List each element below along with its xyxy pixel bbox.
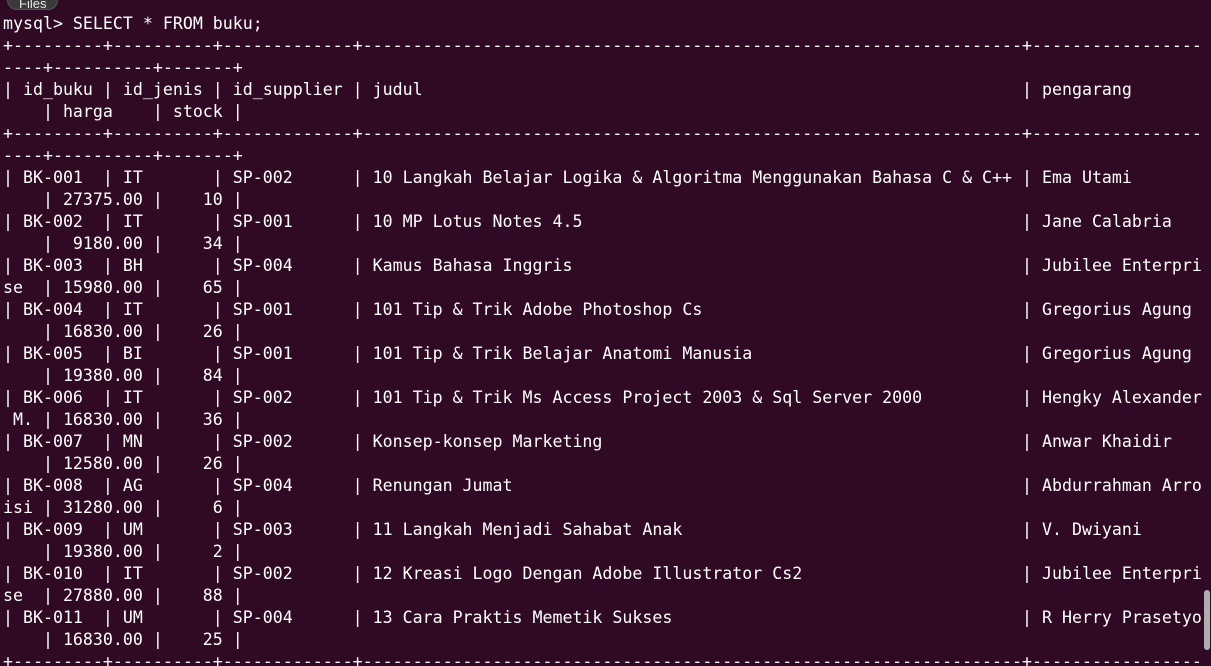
terminal-line: +---------+----------+-------------+----…	[3, 36, 1202, 55]
terminal-line: ----+----------+-------+	[3, 146, 243, 165]
terminal-output[interactable]: mysql> SELECT * FROM buku; +---------+---…	[3, 13, 1202, 666]
terminal-line: | BK-006 | IT | SP-002 | 101 Tip & Trik …	[3, 388, 1202, 407]
terminal-line: isi | 31280.00 | 6 |	[3, 498, 243, 517]
terminal-line: | 19380.00 | 2 |	[3, 542, 243, 561]
terminal-line: | BK-002 | IT | SP-001 | 10 MP Lotus Not…	[3, 212, 1172, 231]
terminal-line: se | 27880.00 | 88 |	[3, 586, 243, 605]
scrollbar[interactable]	[1203, 0, 1211, 666]
terminal-line: | BK-010 | IT | SP-002 | 12 Kreasi Logo …	[3, 564, 1202, 583]
terminal-line: | id_buku | id_jenis | id_supplier | jud…	[3, 80, 1132, 99]
terminal-line: | BK-009 | UM | SP-003 | 11 Langkah Menj…	[3, 520, 1142, 539]
terminal-line: | BK-004 | IT | SP-001 | 101 Tip & Trik …	[3, 300, 1192, 319]
terminal-line: | BK-007 | MN | SP-002 | Konsep-konsep M…	[3, 432, 1172, 451]
files-button[interactable]: Files	[7, 0, 59, 11]
terminal-line: | BK-001 | IT | SP-002 | 10 Langkah Bela…	[3, 168, 1132, 187]
terminal-line: +---------+----------+-------------+----…	[3, 652, 1202, 666]
terminal-line: mysql> SELECT * FROM buku;	[3, 14, 263, 33]
terminal-line: | BK-005 | BI | SP-001 | 101 Tip & Trik …	[3, 344, 1192, 363]
terminal-line: ----+----------+-------+	[3, 58, 243, 77]
terminal-window[interactable]: mysql> SELECT * FROM buku; +---------+---…	[0, 0, 1211, 666]
terminal-line: se | 15980.00 | 65 |	[3, 278, 243, 297]
terminal-line: | 27375.00 | 10 |	[3, 190, 243, 209]
terminal-line: | 16830.00 | 25 |	[3, 630, 243, 649]
terminal-line: +---------+----------+-------------+----…	[3, 124, 1202, 143]
terminal-line: | BK-008 | AG | SP-004 | Renungan Jumat …	[3, 476, 1202, 495]
terminal-line: | 19380.00 | 84 |	[3, 366, 243, 385]
terminal-line: | 12580.00 | 26 |	[3, 454, 243, 473]
terminal-line: | harga | stock |	[3, 102, 243, 121]
terminal-line: M. | 16830.00 | 36 |	[3, 410, 243, 429]
terminal-line: | BK-003 | BH | SP-004 | Kamus Bahasa In…	[3, 256, 1202, 275]
terminal-line: | BK-011 | UM | SP-004 | 13 Cara Praktis…	[3, 608, 1202, 627]
terminal-line: | 16830.00 | 26 |	[3, 322, 243, 341]
terminal-line: | 9180.00 | 34 |	[3, 234, 243, 253]
scrollbar-thumb[interactable]	[1204, 590, 1210, 650]
